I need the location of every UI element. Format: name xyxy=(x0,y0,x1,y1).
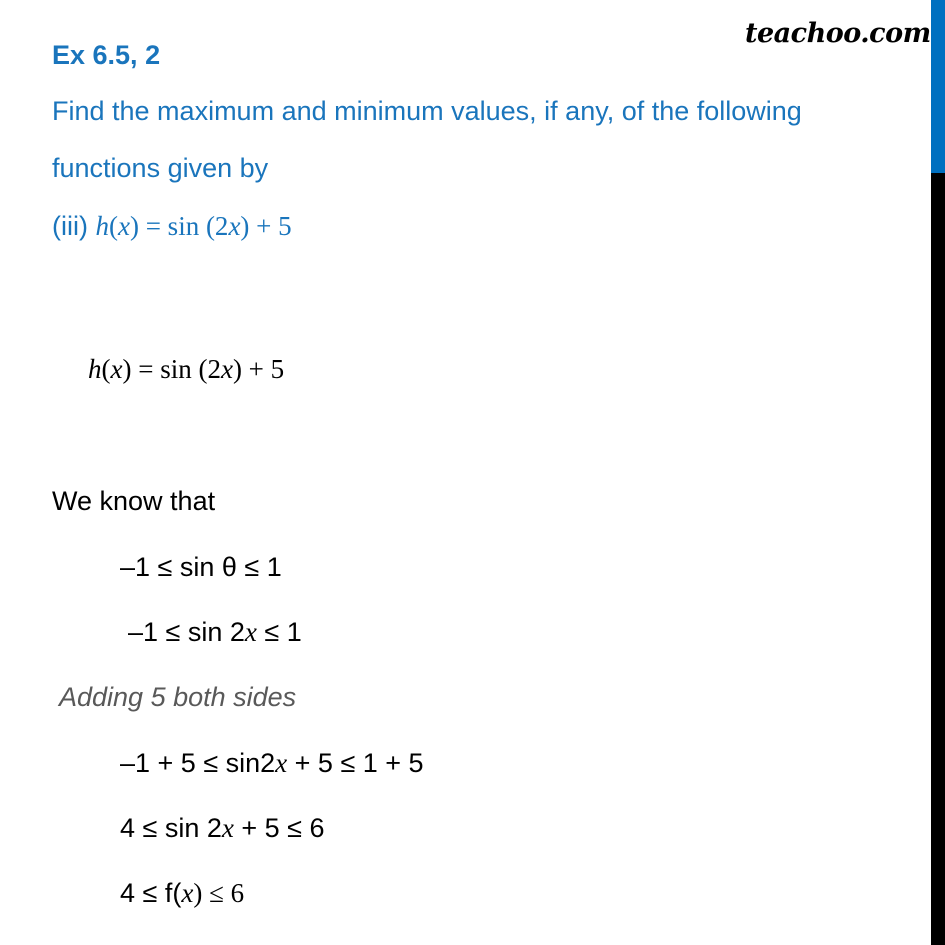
inequality-add-5: –1 + 5 ≤ sin2x + 5 ≤ 1 + 5 xyxy=(120,748,424,778)
function-equation: h(x) = sin (2x) + 5 xyxy=(88,354,285,384)
inequality-sin-2x: –1 ≤ sin 2x ≤ 1 xyxy=(128,617,302,647)
step-note: Adding 5 both sides xyxy=(59,682,297,712)
part-label: (iii) xyxy=(52,211,96,241)
inequality-simplified: 4 ≤ sin 2x + 5 ≤ 6 xyxy=(120,813,325,843)
question-part-iii: (iii) h(x) = sin (2x) + 5 xyxy=(52,211,292,242)
inequality-sin-theta: –1 ≤ sin θ ≤ 1 xyxy=(120,552,282,582)
sidebar-accent-black xyxy=(931,173,945,945)
part-expression: h(x) = sin (2x) + 5 xyxy=(95,211,292,241)
question-line-2: functions given by xyxy=(52,153,269,183)
we-know-text: We know that xyxy=(52,486,216,516)
brand-logo: teachoo.com xyxy=(745,18,931,49)
question-line-1: Find the maximum and minimum values, if … xyxy=(52,96,802,126)
sidebar-accent-blue xyxy=(931,0,945,173)
inequality-result: 4 ≤ f(x) ≤ 6 xyxy=(120,878,245,908)
exercise-title: Ex 6.5, 2 xyxy=(52,40,161,70)
